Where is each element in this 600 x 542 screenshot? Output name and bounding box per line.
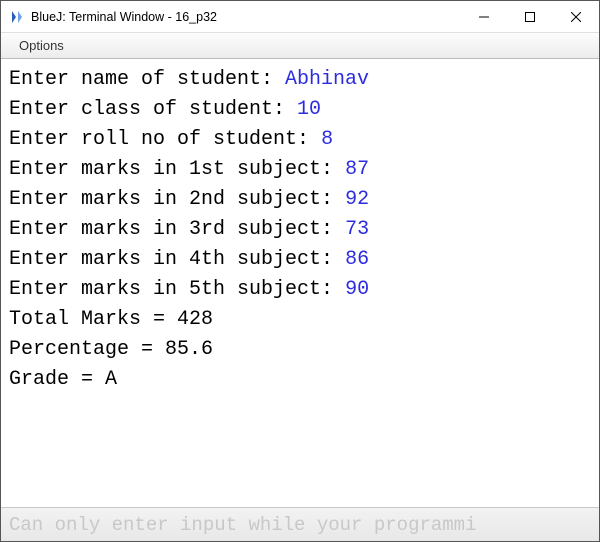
terminal-line: Total Marks = 428 [9, 305, 591, 335]
terminal-line: Enter marks in 3rd subject: 73 [9, 215, 591, 245]
terminal-prompt-text: Grade = A [9, 368, 117, 391]
maximize-button[interactable] [507, 1, 553, 32]
terminal-line: Percentage = 85.6 [9, 335, 591, 365]
terminal-line: Enter marks in 1st subject: 87 [9, 155, 591, 185]
terminal-user-input: 10 [297, 98, 321, 121]
terminal-line: Enter marks in 5th subject: 90 [9, 275, 591, 305]
app-icon [9, 9, 25, 25]
menubar: Options [1, 33, 599, 59]
minimize-button[interactable] [461, 1, 507, 32]
terminal-prompt-text: Enter name of student: [9, 68, 285, 91]
terminal-user-input: 86 [345, 248, 369, 271]
terminal-prompt-text: Enter marks in 5th subject: [9, 278, 345, 301]
terminal-prompt-text: Percentage = 85.6 [9, 338, 213, 361]
menu-options[interactable]: Options [13, 36, 70, 55]
terminal-prompt-text: Total Marks = 428 [9, 308, 213, 331]
terminal-line: Grade = A [9, 365, 591, 395]
terminal-user-input: 8 [321, 128, 333, 151]
terminal-prompt-text: Enter class of student: [9, 98, 297, 121]
terminal-line: Enter marks in 2nd subject: 92 [9, 185, 591, 215]
terminal-user-input: 87 [345, 158, 369, 181]
terminal-line: Enter roll no of student: 8 [9, 125, 591, 155]
terminal-prompt-text: Enter marks in 2nd subject: [9, 188, 345, 211]
terminal-prompt-text: Enter roll no of student: [9, 128, 321, 151]
close-button[interactable] [553, 1, 599, 32]
window-title: BlueJ: Terminal Window - 16_p32 [31, 10, 461, 24]
window-titlebar: BlueJ: Terminal Window - 16_p32 [1, 1, 599, 33]
terminal-output: Enter name of student: AbhinavEnter clas… [1, 59, 599, 507]
terminal-user-input: 92 [345, 188, 369, 211]
terminal-input-placeholder: Can only enter input while your programm… [9, 514, 476, 536]
terminal-prompt-text: Enter marks in 4th subject: [9, 248, 345, 271]
terminal-prompt-text: Enter marks in 1st subject: [9, 158, 345, 181]
terminal-line: Enter name of student: Abhinav [9, 65, 591, 95]
terminal-input-field[interactable]: Can only enter input while your programm… [1, 507, 599, 541]
window-controls [461, 1, 599, 32]
terminal-user-input: 73 [345, 218, 369, 241]
terminal-line: Enter marks in 4th subject: 86 [9, 245, 591, 275]
terminal-line: Enter class of student: 10 [9, 95, 591, 125]
terminal-prompt-text: Enter marks in 3rd subject: [9, 218, 345, 241]
terminal-user-input: 90 [345, 278, 369, 301]
terminal-user-input: Abhinav [285, 68, 369, 91]
